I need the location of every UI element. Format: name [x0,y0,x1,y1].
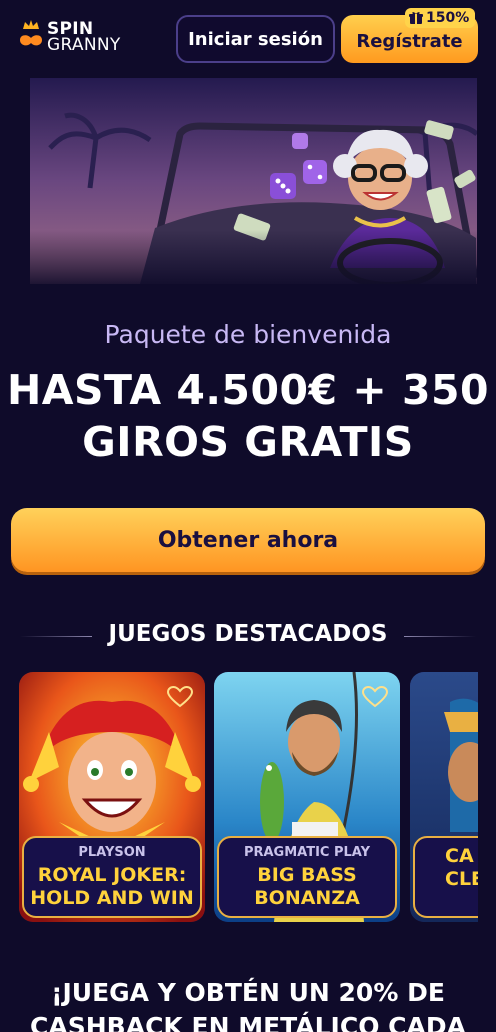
game-name-line2: BONANZA [254,887,360,909]
game-info: PRAGMATIC PLAY BIG BASS BONANZA [217,836,397,918]
game-info: PLAYSON ROYAL JOKER: HOLD AND WIN [22,836,202,918]
logo-text-granny: GRANNY [47,35,121,55]
game-provider: PRAGMATIC PLAY [243,845,371,860]
cashback-line1: ¡JUEGA Y OBTÉN UN 20% DE [51,978,445,1007]
cashback-line2: CASHBACK EN METÁLICO CADA [30,1012,466,1032]
welcome-offer-title-line2: GIROS GRATIS [82,418,414,466]
welcome-package-subtitle: Paquete de bienvenida [104,320,392,349]
featured-games-carousel[interactable]: PLAYSON ROYAL JOKER: HOLD AND WIN PRAGMA… [0,672,478,924]
bonus-badge: 150% [405,8,476,28]
heart-icon[interactable] [167,686,193,708]
bonus-badge-label: 150% [426,10,470,26]
game-name-line1: ROYAL JOKER: [37,864,187,886]
featured-games-header: JUEGOS DESTACADOS [0,616,496,656]
game-name: CA CLE [415,845,478,891]
game-card-big-bass-bonanza[interactable]: PRAGMATIC PLAY BIG BASS BONANZA [214,672,400,922]
divider-right [404,636,476,637]
gift-icon [409,12,423,24]
game-name: BIG BASS BONANZA [219,864,395,910]
game-name-line1: BIG BASS [257,864,357,886]
welcome-offer-title-line1: HASTA 4.500€ + 350 [6,366,490,414]
register-button-label: Regístrate [356,30,463,52]
game-name-line2: HOLD AND WIN [30,887,194,909]
game-name-line1: CA [445,845,474,867]
game-name: ROYAL JOKER: HOLD AND WIN [24,864,200,910]
heart-icon[interactable] [362,686,388,708]
game-info: CA CLE [413,836,478,918]
featured-games-title: JUEGOS DESTACADOS [108,621,388,647]
get-offer-button[interactable]: Obtener ahora [11,508,485,572]
page: SPIN GRANNY Iniciar sesión Regístrate 15… [0,0,496,1032]
game-card-royal-joker[interactable]: PLAYSON ROYAL JOKER: HOLD AND WIN [19,672,205,922]
header: SPIN GRANNY Iniciar sesión Regístrate 15… [0,0,496,78]
game-provider: PLAYSON [78,845,146,860]
logo[interactable]: SPIN GRANNY [18,16,138,56]
game-card-partial[interactable]: CA CLE [410,672,478,922]
spin-granny-logo-icon [18,20,44,50]
cashback-heading: ¡JUEGA Y OBTÉN UN 20% DE CASHBACK EN MET… [0,976,496,1032]
hero-fade [0,230,496,290]
welcome-offer-title: HASTA 4.500€ + 350 GIROS GRATIS [0,364,496,468]
game-name-line2: CLE [445,868,478,890]
login-button[interactable]: Iniciar sesión [176,15,335,63]
